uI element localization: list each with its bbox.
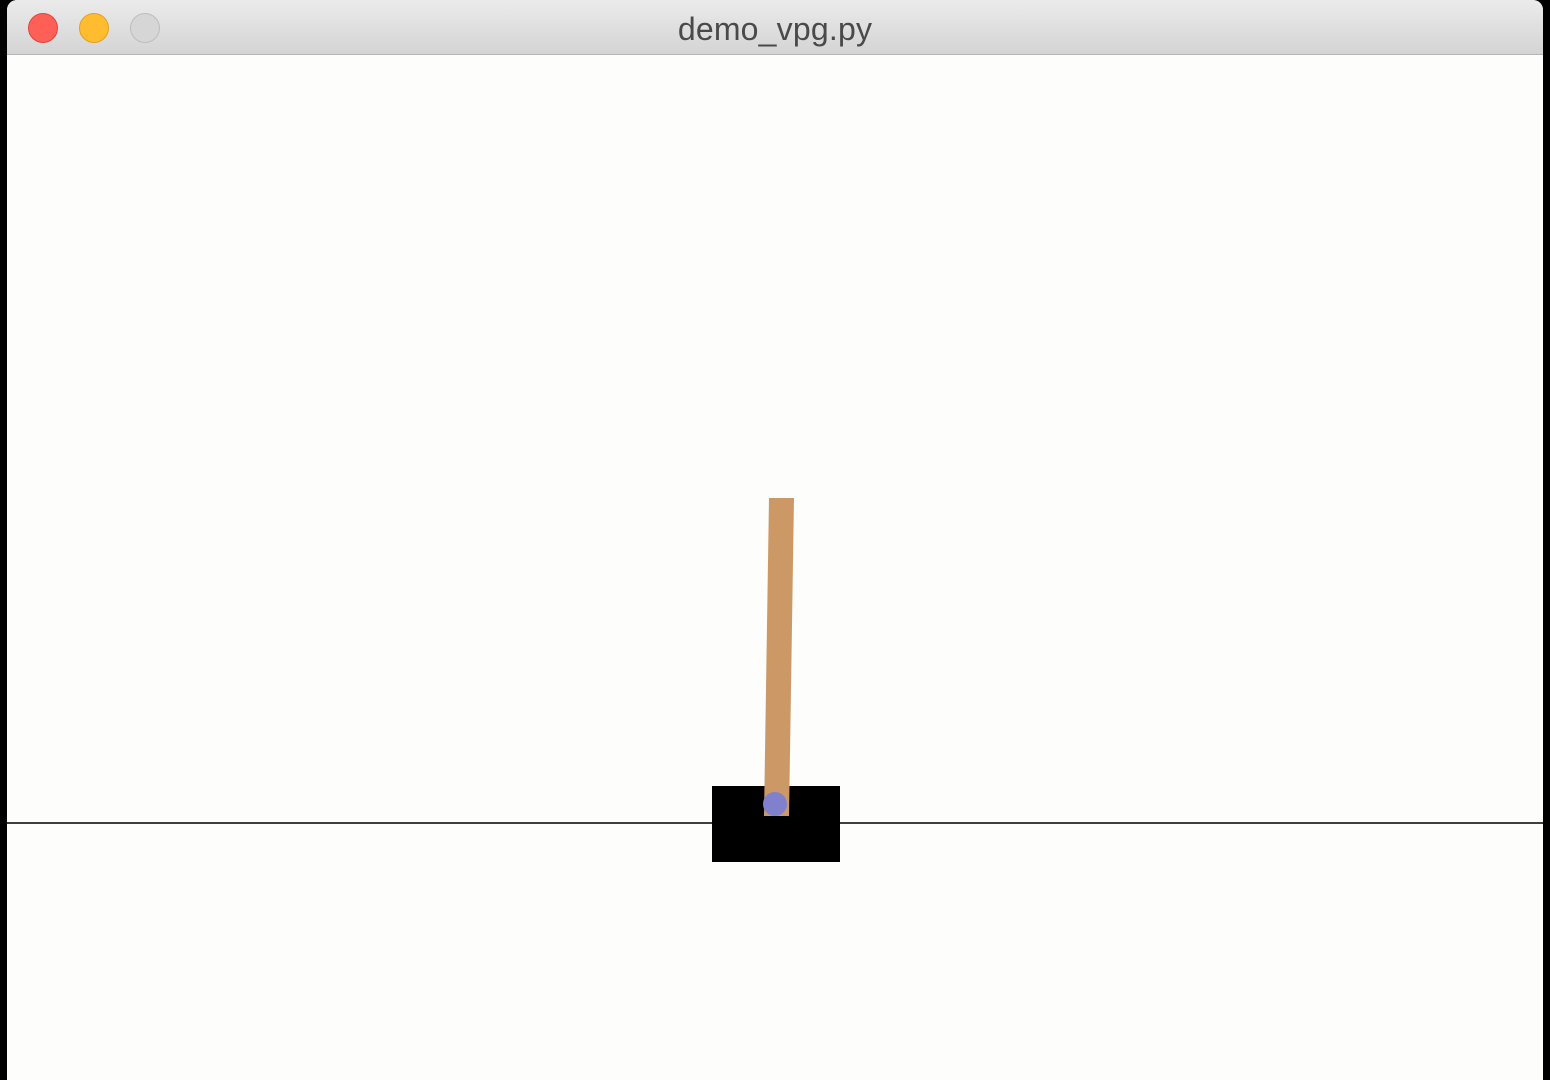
title-bar[interactable]: demo_vpg.py [7, 0, 1543, 55]
pole [764, 498, 794, 816]
cartpole-scene [7, 56, 1543, 1080]
app-window: demo_vpg.py [7, 0, 1543, 1080]
axle [763, 792, 787, 816]
window-title: demo_vpg.py [677, 11, 873, 47]
render-canvas [7, 56, 1543, 1080]
